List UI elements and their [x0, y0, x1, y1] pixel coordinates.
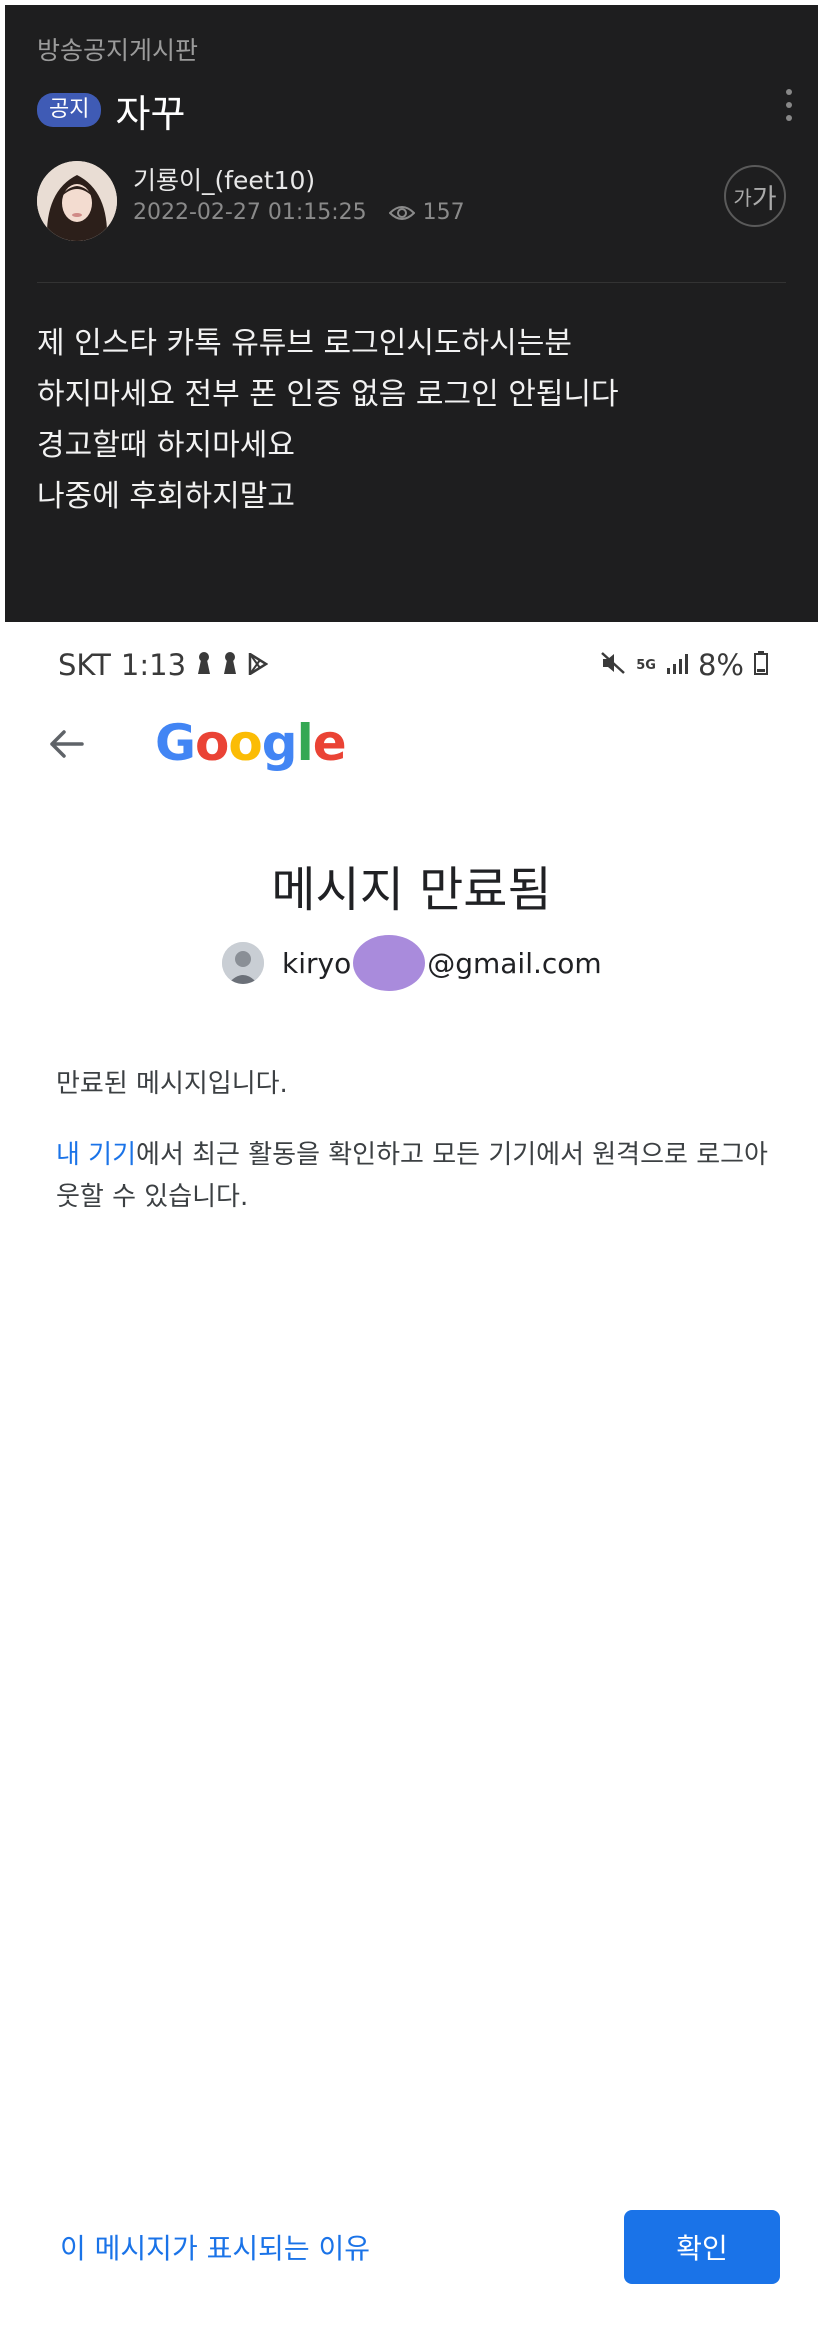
back-arrow-icon[interactable]	[44, 722, 88, 766]
network-type: 5G	[636, 657, 656, 673]
carrier: SKT	[58, 648, 111, 682]
confirm-button[interactable]: 확인	[624, 2210, 780, 2284]
keyhole-icon	[222, 648, 238, 682]
post-meta: 2022-02-27 01:15:25 157	[133, 200, 465, 225]
google-logo-letter: g	[261, 714, 298, 772]
view-count: 157	[422, 200, 465, 225]
clock: 1:13	[120, 648, 187, 682]
eye-icon	[388, 204, 415, 222]
account-chip: kiryo @gmail.com	[222, 935, 602, 991]
google-logo-letter: l	[296, 714, 314, 772]
post-title-row: 공지 자꾸	[37, 85, 186, 136]
google-logo-letter: G	[155, 714, 196, 772]
post-body-line: 나중에 후회하지말고	[37, 479, 295, 514]
expired-message: 만료된 메시지입니다.	[56, 1069, 288, 1099]
battery-level: 8%	[697, 648, 744, 682]
devices-message: 내 기기에서 최근 활동을 확인하고 모든 기기에서 원격으로 로그아웃할 수 …	[56, 1134, 776, 1218]
status-left: SKT 1:13	[58, 648, 269, 682]
font-size-icon[interactable]: 가가	[724, 165, 786, 227]
notice-badge: 공지	[37, 93, 102, 127]
post-body: 제 인스타 카톡 유튜브 로그인시도하시는분 하지마세요 전부 폰 인증 없음 …	[37, 318, 619, 522]
play-store-icon	[248, 648, 269, 682]
post-body-line: 경고할때 하지마세요	[37, 428, 295, 463]
account-avatar	[222, 942, 264, 984]
page: 방송공지게시판 공지 자꾸 기룡이_(feet10) 2022-02-27 01…	[0, 0, 823, 2327]
google-logo-letter: e	[312, 714, 347, 772]
board-name[interactable]: 방송공지게시판	[37, 31, 198, 67]
google-logo: Google	[155, 714, 347, 772]
google-logo-letter: o	[228, 714, 262, 772]
status-bar: SKT 1:13 5G 8%	[58, 645, 768, 685]
divider	[37, 282, 786, 283]
font-size-small-label: 가	[733, 185, 752, 210]
kebab-menu-icon[interactable]	[786, 89, 794, 121]
why-shown-link[interactable]: 이 메시지가 표시되는 이유	[60, 2227, 370, 2267]
font-size-large-label: 가	[751, 183, 777, 215]
battery-icon	[754, 648, 768, 682]
post-body-line: 제 인스타 카톡 유튜브 로그인시도하시는분	[37, 326, 572, 361]
my-devices-link[interactable]: 내 기기	[56, 1140, 136, 1170]
post-title: 자꾸	[115, 91, 186, 136]
keyhole-icon	[196, 648, 212, 682]
account-email-prefix: kiryo	[282, 946, 352, 980]
google-logo-letter: o	[195, 714, 229, 772]
devices-message-text: 에서 최근 활동을 확인하고 모든 기기에서 원격으로 로그아웃할 수 있습니다…	[56, 1140, 768, 1212]
redaction-blob	[353, 935, 426, 991]
post-datetime: 2022-02-27 01:15:25	[133, 200, 367, 225]
mute-icon	[600, 648, 626, 682]
post-body-line: 하지마세요 전부 폰 인증 없음 로그인 안됩니다	[37, 377, 619, 412]
author-name[interactable]: 기룡이_(feet10)	[133, 161, 315, 197]
page-title: 메시지 만료됨	[271, 862, 552, 918]
signal-icon	[666, 648, 688, 682]
post-panel: 방송공지게시판 공지 자꾸 기룡이_(feet10) 2022-02-27 01…	[5, 5, 818, 622]
author-avatar[interactable]	[37, 161, 117, 241]
account-email-suffix: @gmail.com	[427, 946, 602, 980]
status-right: 5G 8%	[600, 648, 768, 682]
